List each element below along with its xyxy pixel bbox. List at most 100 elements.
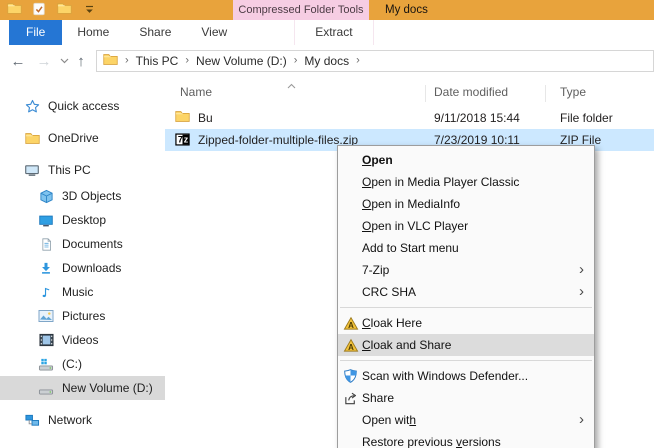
context-menu: Open Open in Media Player Classic Open in … xyxy=(337,145,595,448)
defender-icon xyxy=(342,368,359,384)
menu-item-7-zip[interactable]: 7-Zip › xyxy=(338,259,594,281)
tab-file[interactable]: File xyxy=(9,20,63,45)
menu-item-crc-sha[interactable]: CRC SHA › xyxy=(338,281,594,303)
submenu-arrow-icon: › xyxy=(579,283,584,300)
network-icon xyxy=(24,412,40,428)
film-icon xyxy=(38,332,54,348)
menu-item-label: Open in Media Player Classic xyxy=(362,175,520,189)
menu-item-open[interactable]: Open xyxy=(338,149,594,171)
new-folder-button[interactable] xyxy=(56,2,72,18)
menu-item-label: Restore previous versions xyxy=(362,435,501,448)
arrow-left-icon: ← xyxy=(10,52,26,70)
column-header-type[interactable]: Type xyxy=(560,81,586,103)
navigation-pane: Quick access OneDrive This PC 3D Objects Des… xyxy=(0,79,165,448)
sidebar-item-downloads[interactable]: Downloads xyxy=(0,256,165,280)
svg-text:7: 7 xyxy=(178,135,183,145)
back-button[interactable]: ← xyxy=(8,51,28,71)
sidebar-item-network[interactable]: Network xyxy=(0,409,165,431)
address-box[interactable]: › This PC › New Volume (D:) › My docs › xyxy=(96,50,654,72)
sidebar-item-label: Pictures xyxy=(62,309,106,323)
menu-item-label: Cloak Here xyxy=(362,316,423,330)
sidebar-item-label: Videos xyxy=(62,333,99,347)
column-divider[interactable] xyxy=(425,85,426,102)
sidebar-item-videos[interactable]: Videos xyxy=(0,328,165,352)
contextual-tab-compressed-folder-tools[interactable]: Compressed Folder Tools xyxy=(233,0,369,20)
cloak-icon: A xyxy=(342,315,359,331)
file-explorer-window: Compressed Folder Tools My docs File Home… xyxy=(0,0,654,448)
menu-item-label: Share xyxy=(362,391,395,405)
tab-home[interactable]: Home xyxy=(62,20,124,45)
arrow-up-icon: ↑ xyxy=(77,52,85,70)
sidebar-item-desktop[interactable]: Desktop xyxy=(0,208,165,232)
menu-item-add-to-start-menu[interactable]: Add to Start menu xyxy=(338,237,594,259)
menu-item-open-in-media-player-classic[interactable]: Open in Media Player Classic xyxy=(338,171,594,193)
menu-item-cloak-here[interactable]: A Cloak Here xyxy=(338,312,594,334)
menu-item-label: Scan with Windows Defender... xyxy=(362,369,529,383)
svg-text:z: z xyxy=(184,135,189,145)
properties-button[interactable] xyxy=(31,2,47,18)
column-header-date-modified[interactable]: Date modified xyxy=(434,81,508,103)
titlebar: Compressed Folder Tools My docs xyxy=(0,0,654,20)
address-bar-row: ← → ↑ › This PC › New Volume (D:) › My docs › xyxy=(0,45,654,80)
chevron-down-icon xyxy=(60,58,69,64)
sidebar-item-new-volume-d[interactable]: New Volume (D:) xyxy=(0,376,165,400)
sidebar-item-label: Downloads xyxy=(62,261,122,275)
star-icon xyxy=(24,98,40,114)
sidebar-item-music[interactable]: Music xyxy=(0,280,165,304)
download-icon xyxy=(38,260,54,276)
sidebar-item-label: New Volume (D:) xyxy=(62,381,153,395)
up-button[interactable]: ↑ xyxy=(72,51,90,71)
folder-icon xyxy=(6,2,22,18)
document-icon xyxy=(38,236,54,252)
customize-qat-button[interactable] xyxy=(81,2,97,18)
breadcrumb-my-docs[interactable]: My docs xyxy=(304,54,349,68)
sidebar-item-quick-access[interactable]: Quick access xyxy=(0,95,165,117)
menu-item-label: 7-Zip xyxy=(362,263,390,277)
submenu-arrow-icon: › xyxy=(579,261,584,278)
sidebar-item-3d-objects[interactable]: 3D Objects xyxy=(0,184,165,208)
menu-item-label: CRC SHA xyxy=(362,285,417,299)
tab-extract[interactable]: Extract xyxy=(294,20,374,45)
submenu-arrow-icon: › xyxy=(579,411,584,428)
breadcrumb-separator: › xyxy=(185,54,190,67)
breadcrumb-separator: › xyxy=(293,54,298,67)
menu-separator xyxy=(340,360,592,361)
folder-icon xyxy=(175,110,191,126)
menu-item-cloak-and-share[interactable]: A Cloak and Share xyxy=(338,334,594,356)
column-divider[interactable] xyxy=(545,85,546,102)
sidebar-item-label: Music xyxy=(62,285,94,299)
sidebar-item-label: OneDrive xyxy=(48,131,99,145)
file-name: Bu xyxy=(198,111,213,125)
sidebar-item-this-pc[interactable]: This PC xyxy=(0,159,165,181)
breadcrumb-new-volume-d[interactable]: New Volume (D:) xyxy=(196,54,287,68)
menu-item-label: Cloak and Share xyxy=(362,338,452,352)
sidebar-item-onedrive[interactable]: OneDrive xyxy=(0,127,165,149)
svg-text:A: A xyxy=(348,320,354,329)
drive-windows-icon xyxy=(38,356,54,372)
menu-item-open-in-vlc-player[interactable]: Open in VLC Player xyxy=(338,215,594,237)
7z-icon: 7z xyxy=(175,132,191,148)
sidebar-item-label: This PC xyxy=(48,163,91,177)
menu-item-restore-previous-versions[interactable]: Restore previous versions xyxy=(338,431,594,448)
menu-item-scan-with-windows-defender[interactable]: Scan with Windows Defender... xyxy=(338,365,594,387)
tab-share[interactable]: Share xyxy=(124,20,186,45)
music-icon xyxy=(38,284,54,300)
menu-item-open-with[interactable]: Open with › xyxy=(338,409,594,431)
tab-view[interactable]: View xyxy=(186,20,242,45)
menu-item-open-in-mediainfo[interactable]: Open in MediaInfo xyxy=(338,193,594,215)
menu-item-label: Open with xyxy=(362,413,417,427)
cube-icon xyxy=(38,188,54,204)
sidebar-item-documents[interactable]: Documents xyxy=(0,232,165,256)
svg-text:A: A xyxy=(348,342,354,351)
folder-icon xyxy=(56,2,72,18)
forward-button[interactable]: → xyxy=(34,51,54,71)
file-row-bu[interactable]: Bu 9/11/2018 15:44 File folder xyxy=(165,107,654,129)
explorer-app-button[interactable] xyxy=(6,2,22,18)
sidebar-item-pictures[interactable]: Pictures xyxy=(0,304,165,328)
column-header-name[interactable]: Name xyxy=(180,81,212,103)
menu-item-share[interactable]: Share xyxy=(338,387,594,409)
breadcrumb-this-pc[interactable]: This PC xyxy=(136,54,179,68)
recent-locations-button[interactable] xyxy=(58,51,70,71)
menu-item-label: Open in VLC Player xyxy=(362,219,469,233)
sidebar-item-c[interactable]: (C:) xyxy=(0,352,165,376)
